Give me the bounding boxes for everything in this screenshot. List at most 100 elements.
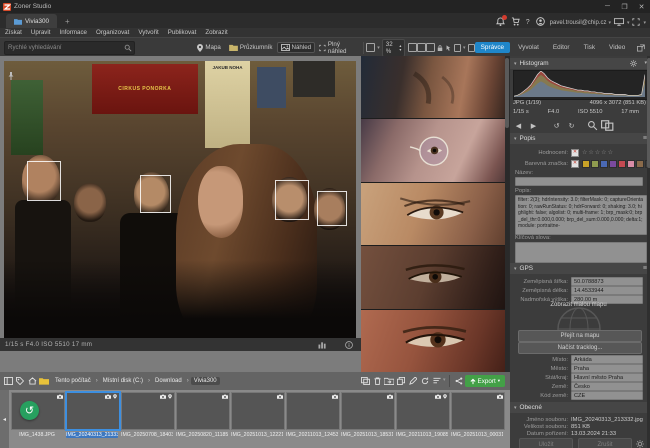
- general-section-header[interactable]: ▾ Obecné: [510, 402, 650, 413]
- tag-icon[interactable]: [14, 375, 26, 387]
- account-chevron-icon[interactable]: ▾: [608, 20, 611, 26]
- latitude-input[interactable]: 50.0788873: [571, 277, 643, 286]
- goto-map-button[interactable]: Přejít na mapu: [518, 330, 642, 342]
- thumbnail-img-20251013-122218[interactable]: IMG_20251013_122218...: [231, 392, 283, 438]
- user-email[interactable]: pavel.trousil@chip.cz: [550, 20, 607, 26]
- star-icon[interactable]: ☆: [608, 149, 613, 156]
- color-swatch[interactable]: [600, 160, 608, 168]
- pin-panel-icon[interactable]: [7, 72, 15, 80]
- load-tracklog-button[interactable]: Načíst tracklog...: [518, 342, 642, 354]
- fullscreen-button[interactable]: [632, 18, 640, 26]
- close-button[interactable]: ✕: [633, 0, 650, 13]
- zoom-crop-1[interactable]: [361, 56, 509, 118]
- collapse-chevron-icon[interactable]: ▾: [514, 136, 517, 142]
- cancel-button[interactable]: Zrušit: [578, 438, 632, 448]
- copy-icon[interactable]: [395, 375, 407, 387]
- export-button[interactable]: Export ▾: [465, 375, 505, 387]
- collapse-chevron-icon[interactable]: ▾: [514, 61, 517, 67]
- map-button[interactable]: Mapa: [193, 42, 224, 54]
- zoom-crop-2[interactable]: [361, 119, 509, 181]
- tab-spravce[interactable]: Správce: [475, 42, 510, 53]
- photo-preview[interactable]: CIRKUS PONORKA JAKUB NOHA: [4, 61, 356, 338]
- star-icon[interactable]: ☆: [601, 149, 606, 156]
- longitude-input[interactable]: 14.4533944: [571, 286, 643, 295]
- star-icon[interactable]: ☆: [582, 149, 587, 156]
- color-swatch[interactable]: [618, 160, 626, 168]
- panel-toggle-icon[interactable]: [2, 375, 14, 387]
- fit-view-icon[interactable]: [408, 43, 417, 52]
- name-input[interactable]: [515, 177, 643, 186]
- tab-editor[interactable]: Editor: [547, 42, 576, 53]
- keywords-textarea[interactable]: [515, 242, 647, 263]
- minimize-button[interactable]: ─: [599, 0, 616, 13]
- breadcrumb-tento-pocitac[interactable]: Tento počítač: [52, 377, 94, 385]
- quick-search[interactable]: [4, 41, 135, 55]
- sort-chevron-icon[interactable]: ▾: [443, 377, 446, 383]
- store-button[interactable]: [511, 17, 520, 26]
- thumbnail-img-20211013-124533-j[interactable]: IMG_20211013_124533.j...: [286, 392, 338, 438]
- preview-button[interactable]: Náhled: [277, 42, 316, 53]
- one-to-one-icon[interactable]: [426, 43, 435, 52]
- face-detection-box[interactable]: [317, 191, 347, 226]
- magnifier-icon[interactable]: [586, 120, 599, 131]
- face-detection-box[interactable]: [140, 175, 172, 213]
- trash-icon[interactable]: [371, 375, 383, 387]
- display-settings-button[interactable]: [614, 18, 624, 26]
- compare-icon[interactable]: [601, 120, 614, 131]
- folder-tab-active[interactable]: Vivia300: [6, 14, 57, 28]
- fill-view-icon[interactable]: [417, 43, 426, 52]
- maximize-button[interactable]: ❐: [616, 0, 633, 13]
- share-icon[interactable]: [453, 375, 465, 387]
- color-swatch[interactable]: [636, 160, 644, 168]
- new-tab-button[interactable]: +: [65, 17, 70, 26]
- menu-informace[interactable]: Informace: [59, 29, 87, 36]
- histogram-section-header[interactable]: ▾ Histogram ▾: [510, 58, 650, 69]
- move-to-folder-icon[interactable]: [383, 375, 395, 387]
- thumbnail-img-20240313-213332-j[interactable]: IMG_20240313_213332.j...: [66, 392, 118, 438]
- color-swatch[interactable]: [609, 160, 617, 168]
- zoom-crop-5[interactable]: [361, 310, 509, 372]
- clear-rating-checkbox[interactable]: ✕: [571, 149, 579, 157]
- rotate-right-icon[interactable]: ↻: [565, 120, 578, 131]
- tab-vyvolat[interactable]: Vyvolat: [512, 42, 545, 53]
- tab-tisk[interactable]: Tisk: [578, 42, 601, 53]
- face-detection-box[interactable]: [27, 161, 61, 202]
- collapse-chevron-icon[interactable]: ▾: [514, 405, 517, 411]
- star-rating[interactable]: ☆☆☆☆☆: [582, 149, 613, 156]
- color-swatch[interactable]: [582, 160, 590, 168]
- thumbnail-img-20250820-111855[interactable]: IMG_20250820_111855_...: [176, 392, 228, 438]
- lock-icon[interactable]: [437, 44, 443, 52]
- breadcrumb-vivia300[interactable]: Vivia300: [191, 377, 220, 385]
- rotate-left-icon[interactable]: ↺: [550, 120, 563, 131]
- star-icon[interactable]: ☆: [595, 149, 600, 156]
- panel-settings-gear-icon[interactable]: [636, 440, 644, 448]
- zoom-spin-icons[interactable]: ▴▾: [399, 44, 401, 51]
- color-swatch[interactable]: [591, 160, 599, 168]
- display-options-icon[interactable]: [468, 44, 475, 52]
- color-swatch[interactable]: [627, 160, 635, 168]
- pointer-icon[interactable]: [445, 44, 452, 52]
- thumbnail-img-20250708-184038-j[interactable]: IMG_20250708_184038.j...: [121, 392, 173, 438]
- previous-photo-button[interactable]: ◀: [512, 120, 525, 131]
- star-icon[interactable]: ☆: [588, 149, 593, 156]
- rename-icon[interactable]: [407, 375, 419, 387]
- view-options-icon[interactable]: [359, 375, 371, 387]
- notifications-button[interactable]: [496, 17, 505, 26]
- fullscreen-chevron-icon[interactable]: ▾: [643, 20, 646, 26]
- save-button[interactable]: Uložit: [519, 438, 573, 448]
- menu-vytvorit[interactable]: Vytvořit: [138, 29, 158, 36]
- auto-enhance-chevron-icon[interactable]: ▾: [463, 45, 466, 51]
- face-detection-box[interactable]: [275, 180, 309, 219]
- current-folder-icon[interactable]: [38, 375, 50, 387]
- description-textarea[interactable]: filter: 2(3); hdrIntensity: 3.0; filterM…: [515, 195, 647, 235]
- explorer-button[interactable]: Průzkumník: [225, 42, 277, 53]
- display-chevron-icon[interactable]: ▾: [627, 20, 630, 26]
- state-input[interactable]: Hlavní město Praha: [571, 373, 643, 382]
- zoom-level-stepper[interactable]: 32 % ▴▾: [382, 39, 406, 57]
- filmstrip-scroll-left[interactable]: ◂: [0, 390, 9, 448]
- thumbnail-img-20211013-190851-j[interactable]: IMG_20211013_190851.j...: [396, 392, 448, 438]
- menu-ziskat[interactable]: Získat: [5, 29, 22, 36]
- sort-icon[interactable]: [431, 375, 443, 387]
- country-code-input[interactable]: CZE: [571, 391, 643, 400]
- thumbnail-img-20251013-000318-j[interactable]: IMG_20251013_000318.j...: [451, 392, 503, 438]
